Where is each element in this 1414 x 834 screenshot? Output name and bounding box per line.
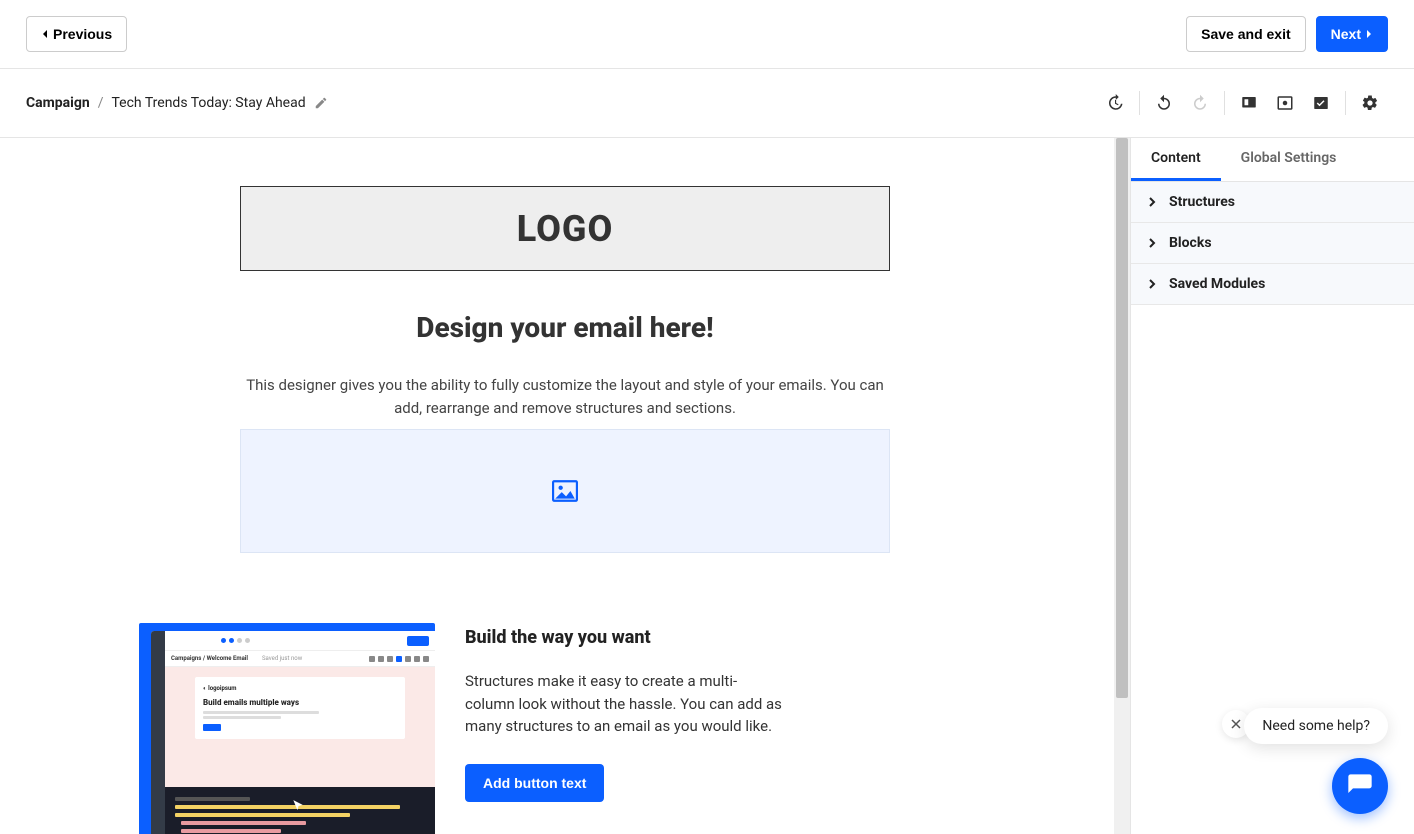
mock-breadcrumb: Campaigns / Welcome Email: [171, 655, 248, 662]
cursor-icon: [291, 799, 305, 813]
previous-button[interactable]: Previous: [26, 16, 127, 52]
edit-title-icon[interactable]: [314, 96, 328, 110]
redo-icon: [1182, 85, 1218, 121]
image-placeholder[interactable]: [240, 429, 890, 553]
next-label: Next: [1331, 26, 1361, 42]
feature-text[interactable]: Structures make it easy to create a mult…: [465, 670, 785, 738]
chevron-right-icon: [1147, 238, 1157, 248]
blocks-label: Blocks: [1169, 235, 1212, 251]
add-button-text-button[interactable]: Add button text: [465, 764, 604, 802]
scrollbar[interactable]: [1114, 138, 1130, 834]
email-canvas-area[interactable]: LOGO Design your email here! This design…: [0, 138, 1130, 834]
chevron-left-icon: [41, 29, 49, 39]
inbox-preview-icon[interactable]: [1303, 85, 1339, 121]
save-exit-label: Save and exit: [1201, 26, 1291, 42]
tab-global-settings[interactable]: Global Settings: [1221, 138, 1357, 181]
logo-block[interactable]: LOGO: [240, 186, 890, 271]
settings-gear-icon[interactable]: [1352, 85, 1388, 121]
editor-toolbar: [1097, 85, 1388, 121]
accordion-blocks[interactable]: Blocks: [1131, 223, 1414, 264]
tab-content[interactable]: Content: [1131, 138, 1221, 181]
desktop-preview-icon[interactable]: [1231, 85, 1267, 121]
chevron-right-icon: [1147, 197, 1157, 207]
history-icon[interactable]: [1097, 85, 1133, 121]
logo-text: LOGO: [517, 208, 614, 250]
tab-content-label: Content: [1151, 150, 1201, 166]
feature-title[interactable]: Build the way you want: [465, 627, 991, 648]
breadcrumb: Campaign / Tech Trends Today: Stay Ahead: [26, 95, 328, 111]
accordion-saved-modules[interactable]: Saved Modules: [1131, 264, 1414, 305]
help-tooltip: Need some help?: [1244, 708, 1388, 744]
feature-image[interactable]: Campaigns / Welcome Email Saved just now…: [139, 623, 435, 834]
chevron-right-icon: [1147, 279, 1157, 289]
previous-label: Previous: [53, 26, 112, 42]
mock-logo: ◐ logoipsum: [203, 685, 397, 692]
breadcrumb-title[interactable]: Tech Trends Today: Stay Ahead: [111, 95, 305, 111]
code-view-icon[interactable]: [1267, 85, 1303, 121]
breadcrumb-root: Campaign: [26, 95, 90, 111]
chat-icon: [1346, 772, 1374, 800]
help-chat-button[interactable]: [1332, 758, 1388, 814]
help-tooltip-text: Need some help?: [1262, 718, 1370, 734]
mock-saved-text: Saved just now: [262, 655, 302, 662]
mock-heading: Build emails multiple ways: [203, 698, 397, 707]
undo-icon[interactable]: [1146, 85, 1182, 121]
chevron-right-icon: [1365, 29, 1373, 39]
email-subtext[interactable]: This designer gives you the ability to f…: [245, 374, 885, 419]
close-icon: [1230, 718, 1242, 730]
next-button[interactable]: Next: [1316, 16, 1388, 52]
cta-label: Add button text: [483, 775, 586, 791]
structures-label: Structures: [1169, 194, 1235, 210]
breadcrumb-separator: /: [98, 95, 104, 111]
image-icon: [552, 480, 578, 502]
tab-global-settings-label: Global Settings: [1241, 150, 1337, 166]
saved-modules-label: Saved Modules: [1169, 276, 1265, 292]
accordion-structures[interactable]: Structures: [1131, 182, 1414, 223]
email-headline[interactable]: Design your email here!: [125, 311, 1005, 344]
save-and-exit-button[interactable]: Save and exit: [1186, 16, 1306, 52]
